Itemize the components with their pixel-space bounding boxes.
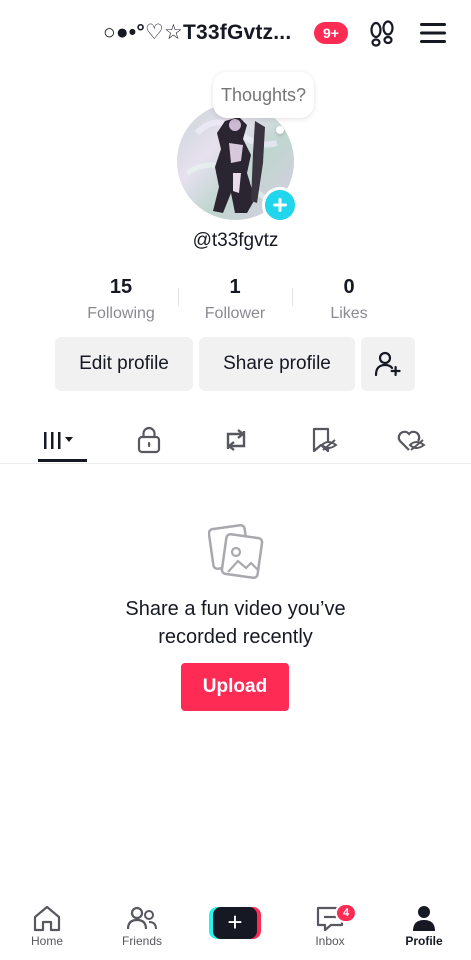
nav-friends-label: Friends [121, 934, 162, 948]
empty-state-line2: recorded recently [158, 626, 313, 648]
inbox-badge: 4 [335, 903, 357, 923]
videos-grid-icon [44, 432, 73, 449]
tab-liked[interactable] [378, 418, 438, 464]
nav-inbox[interactable]: Inbox [290, 904, 370, 948]
edit-profile-button[interactable]: Edit profile [55, 337, 193, 391]
likes-label: Likes [330, 305, 368, 322]
thoughts-bubble[interactable]: Thoughts? [213, 72, 314, 118]
share-profile-button[interactable]: Share profile [199, 337, 355, 391]
lock-icon [137, 426, 161, 454]
nav-home-label: Home [30, 934, 63, 948]
upload-button[interactable]: Upload [181, 663, 289, 711]
add-person-icon [374, 351, 401, 377]
menu-icon[interactable] [420, 22, 446, 44]
nav-profile[interactable]: Profile [384, 904, 464, 948]
favorites-hidden-icon [312, 427, 338, 453]
follower-count: 1 [229, 276, 241, 298]
tab-private[interactable] [119, 418, 179, 464]
nav-profile-label: Profile [405, 934, 443, 948]
likes-stat[interactable]: 0 Likes [294, 276, 404, 323]
empty-state-line1: Share a fun video you’ve [125, 598, 346, 620]
home-icon [33, 905, 61, 932]
likes-count: 0 [343, 276, 355, 298]
stat-divider [292, 288, 293, 306]
add-friend-button[interactable] [361, 337, 415, 391]
plus-icon: + [213, 907, 257, 939]
friends-icon [126, 906, 157, 930]
tab-videos[interactable] [32, 418, 92, 464]
add-avatar-button[interactable] [262, 187, 298, 223]
repost-icon [226, 429, 246, 451]
photos-icon [208, 523, 264, 580]
tab-reposts[interactable] [204, 418, 264, 464]
stat-divider [178, 288, 179, 306]
create-button[interactable]: + [209, 907, 261, 939]
follower-stat[interactable]: 1 Follower [180, 276, 290, 323]
profile-handle: @t33fgvtz [192, 230, 279, 251]
bubble-tail [276, 126, 284, 134]
follower-label: Follower [204, 305, 266, 322]
nav-friends[interactable]: Friends [102, 904, 182, 948]
footprints-icon[interactable] [368, 20, 396, 48]
plus-icon [273, 198, 287, 212]
following-label: Following [87, 305, 155, 322]
nav-inbox-label: Inbox [315, 934, 345, 948]
tab-favorites[interactable] [292, 418, 352, 464]
following-count: 15 [109, 276, 133, 298]
profile-icon [413, 906, 435, 931]
notification-badge[interactable]: 9+ [314, 22, 348, 44]
profile-tabs [0, 418, 471, 464]
active-tab-indicator [38, 459, 87, 462]
profile-header: ○●•°♡☆T33fGvtz... 9+ [0, 0, 471, 64]
username-title[interactable]: ○●•°♡☆T33fGvtz... [103, 20, 308, 45]
empty-state-title: Share a fun video you’ve recorded recent… [0, 595, 471, 651]
liked-hidden-icon [397, 430, 426, 451]
following-stat[interactable]: 15 Following [66, 276, 176, 323]
nav-home[interactable]: Home [7, 904, 87, 948]
